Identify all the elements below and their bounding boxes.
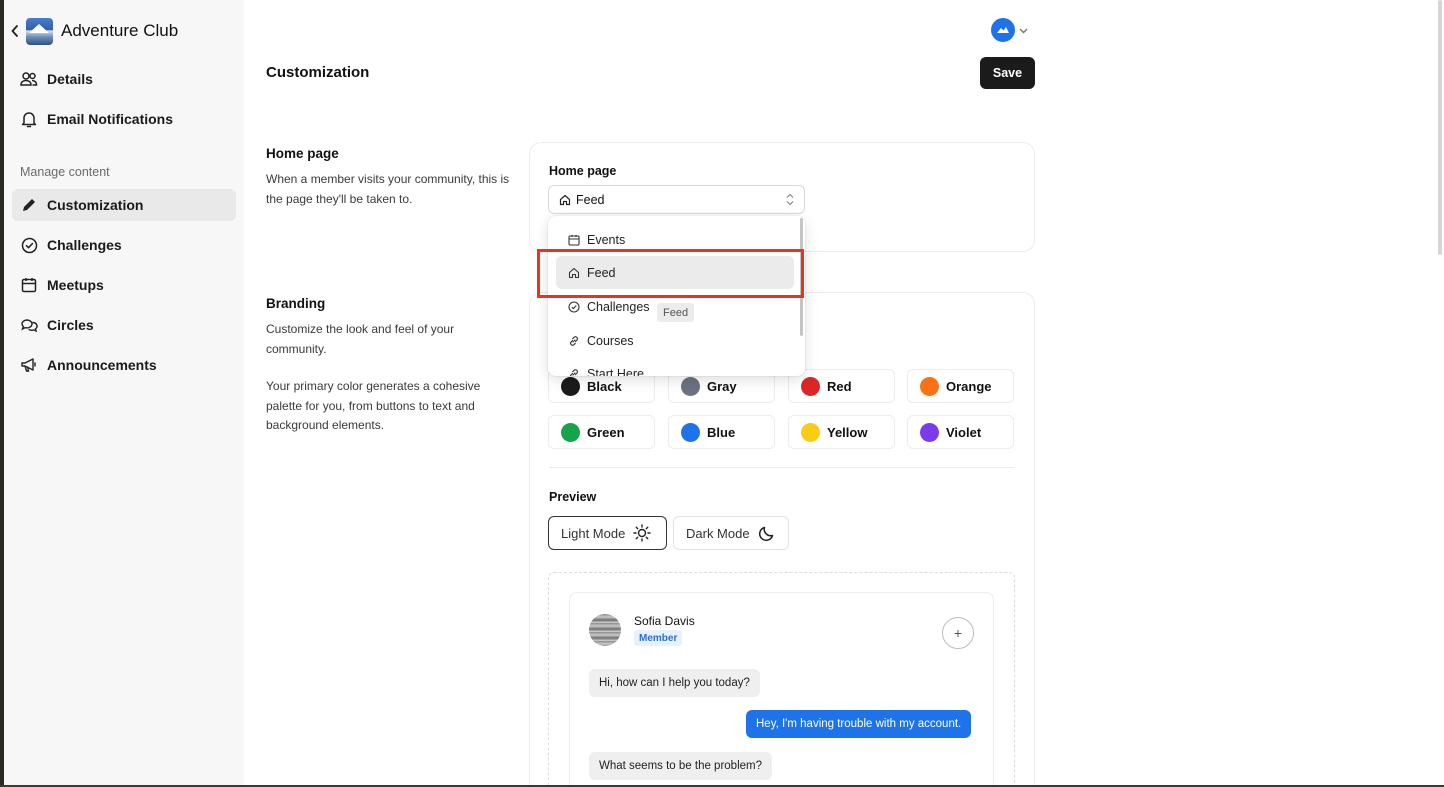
select-value: Feed (576, 192, 605, 207)
sidebar-item-circles[interactable]: Circles (12, 309, 236, 341)
avatar (589, 614, 621, 646)
sidebar-item-label: Circles (47, 317, 94, 333)
color-dot (681, 422, 700, 442)
plus-icon[interactable]: + (942, 617, 974, 649)
home-page-section-title: Home page (266, 146, 339, 161)
link-icon (568, 368, 580, 376)
branding-section-description-2: Your primary color generates a cohesive … (266, 379, 481, 432)
chat-user-name: Sofia Davis (634, 614, 695, 628)
color-dot (801, 422, 820, 442)
save-button[interactable]: Save (980, 57, 1035, 89)
sidebar-item-details[interactable]: Details (12, 63, 236, 95)
sidebar-item-announcements[interactable]: Announcements (12, 349, 236, 381)
check-circle-icon (568, 300, 580, 313)
avatar (991, 18, 1015, 42)
calendar-icon (20, 276, 38, 294)
color-label: Blue (707, 424, 736, 440)
color-dot (920, 376, 939, 396)
page-title: Customization (266, 64, 370, 81)
tooltip: Feed (657, 303, 695, 322)
color-option-green[interactable]: Green (548, 415, 655, 449)
color-dot (561, 376, 580, 396)
app-title: Adventure Club (61, 21, 179, 40)
sidebar-item-label: Challenges (47, 237, 122, 253)
color-option-orange[interactable]: Orange (907, 369, 1014, 403)
light-mode-label: Light Mode (561, 525, 626, 541)
color-dot (801, 376, 820, 396)
chat-message: Hey, I'm having trouble with my account. (746, 710, 972, 738)
sidebar-item-label: Customization (47, 197, 144, 213)
chevron-up-down-icon (786, 193, 794, 209)
account-menu[interactable] (991, 18, 1028, 42)
sidebar-item-label: Meetups (47, 277, 104, 293)
chat-message: What seems to be the problem? (589, 752, 772, 780)
dark-mode-label: Dark Mode (686, 525, 750, 541)
color-option-violet[interactable]: Violet (907, 415, 1014, 449)
highlight-annotation-box (537, 249, 804, 298)
color-dot (681, 376, 700, 396)
link-icon (568, 335, 580, 347)
sidebar-item-label: Details (47, 71, 93, 87)
branding-section-title: Branding (266, 296, 326, 311)
dropdown-option-courses[interactable]: Courses (556, 324, 794, 357)
dropdown-option-label: Challenges (587, 299, 650, 314)
sidebar: Adventure Club Details Email Notificatio… (4, 0, 244, 787)
bell-icon (20, 110, 38, 128)
page-scrollbar[interactable] (1438, 0, 1442, 255)
divider (549, 467, 1014, 468)
color-label: Black (587, 378, 622, 394)
color-label: Green (587, 424, 625, 440)
calendar-icon (568, 234, 580, 246)
chat-message: Hi, how can I help you today? (589, 669, 760, 697)
check-circle-icon (20, 236, 38, 254)
color-label: Yellow (827, 424, 868, 440)
member-badge: Member (634, 630, 683, 646)
color-option-red[interactable]: Red (788, 369, 895, 403)
pencil-icon (20, 196, 38, 214)
sidebar-item-email-notifications[interactable]: Email Notifications (12, 103, 236, 135)
color-dot (561, 422, 580, 442)
color-label: Orange (946, 378, 992, 394)
color-label: Red (827, 378, 852, 394)
dark-mode-button[interactable]: Dark Mode (673, 516, 789, 550)
sidebar-item-label: Announcements (47, 357, 157, 373)
home-icon (559, 194, 571, 206)
color-option-blue[interactable]: Blue (668, 415, 775, 449)
megaphone-icon (20, 356, 38, 374)
light-mode-button[interactable]: Light Mode (548, 516, 667, 550)
color-label: Gray (707, 378, 737, 394)
chevron-left-icon[interactable] (8, 23, 22, 39)
color-dot (920, 422, 939, 442)
community-logo (26, 17, 53, 45)
color-label: Violet (946, 424, 982, 440)
branding-section-description-1: Customize the look and feel of your comm… (266, 322, 455, 356)
preview-label: Preview (549, 490, 597, 504)
sun-icon (633, 524, 652, 542)
dropdown-option-start-here[interactable]: Start Here (556, 357, 794, 376)
sidebar-item-customization[interactable]: Customization (12, 189, 236, 221)
sidebar-item-label: Email Notifications (47, 111, 174, 127)
home-page-select[interactable]: Feed (548, 185, 805, 214)
sidebar-header: Adventure Club (8, 17, 178, 45)
sidebar-item-challenges[interactable]: Challenges (12, 229, 236, 261)
color-option-yellow[interactable]: Yellow (788, 415, 895, 449)
dropdown-option-label: Start Here (587, 366, 644, 377)
users-icon (20, 70, 38, 88)
home-page-section-description: When a member visits your community, thi… (266, 172, 510, 206)
section-label-manage-content: Manage content (20, 165, 110, 179)
dropdown-option-label: Courses (587, 333, 634, 348)
home-page-field-label: Home page (549, 164, 617, 178)
sidebar-item-meetups[interactable]: Meetups (12, 269, 236, 301)
dropdown-option-label: Events (587, 232, 626, 247)
chat-bubbles-icon (20, 316, 38, 334)
moon-icon (758, 524, 776, 542)
chevron-down-icon (1019, 21, 1028, 39)
